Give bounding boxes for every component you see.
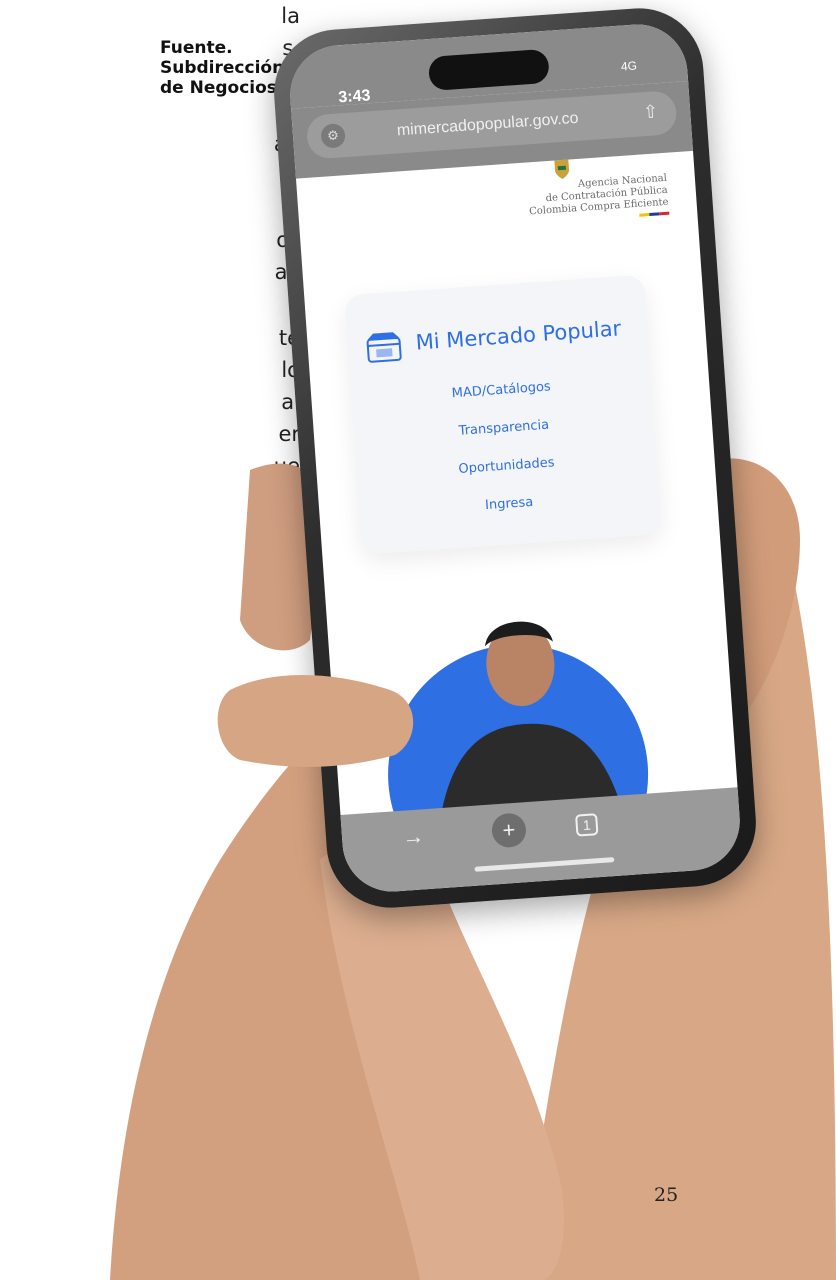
left-index-finger <box>217 675 414 767</box>
phone-in-hands-photo: 3:43 4G ⚙ mimercadopopular.gov.co ⇧ Agen… <box>0 0 836 1280</box>
page-number: 25 <box>654 1184 679 1206</box>
finger-overlay <box>217 675 414 767</box>
